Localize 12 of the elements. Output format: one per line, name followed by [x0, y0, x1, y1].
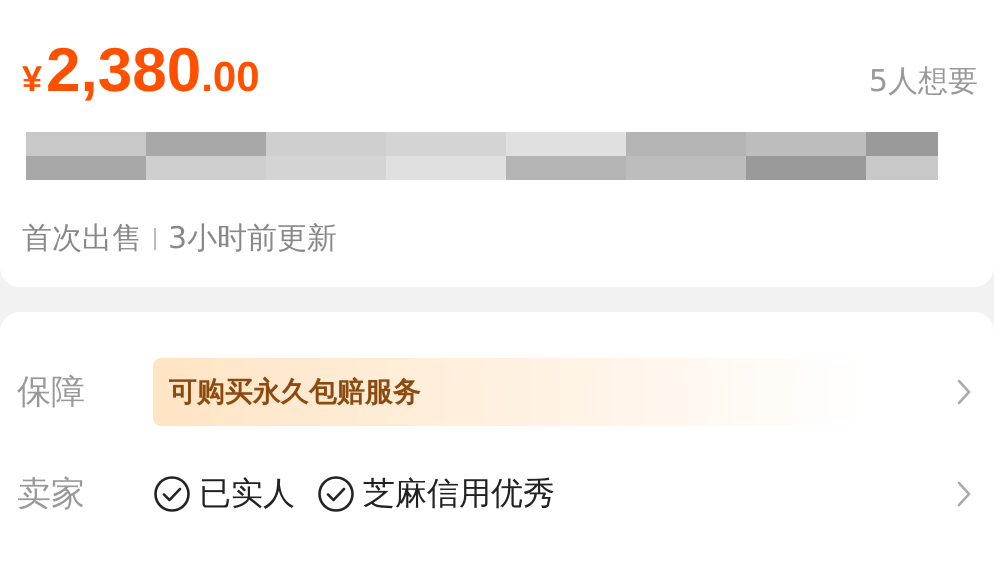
chevron-right-icon[interactable]: [956, 480, 972, 508]
row-label: 保障: [17, 371, 86, 414]
price: ¥2,380.00: [22, 40, 260, 102]
row-label: 卖家: [17, 473, 86, 516]
badge-text: 已实人: [199, 473, 295, 514]
chevron-right-icon[interactable]: [956, 378, 972, 406]
check-circle-icon: [317, 475, 355, 513]
meta-text: 首次出售: [22, 220, 142, 258]
badge-text: 芝麻信用优秀: [363, 473, 555, 514]
meta-text: 3小时前更新: [168, 220, 338, 258]
wants-count: 5人想要: [868, 63, 978, 101]
check-circle-icon: [153, 475, 191, 513]
